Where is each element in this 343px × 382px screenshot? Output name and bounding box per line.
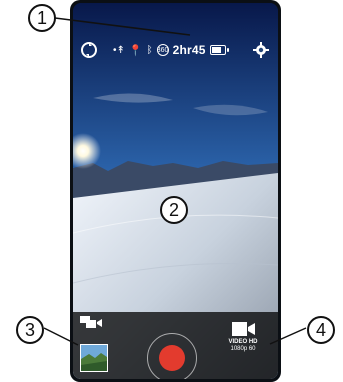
- camera-mode[interactable]: VIDEO HD 1080p 60: [213, 339, 273, 353]
- location-icon: 📍: [128, 44, 143, 57]
- callout-1: 1: [28, 4, 56, 32]
- record-dot: [159, 345, 185, 371]
- video-camera-icon[interactable]: [232, 321, 256, 337]
- battery-time: 2hr45: [172, 43, 206, 57]
- camera-viewfinder[interactable]: •↟ 📍 ᛒ 360 2hr45 VIDEO HD 1080p 60: [73, 3, 278, 379]
- bluetooth-icon: ᛒ: [146, 44, 153, 56]
- mode-title: VIDEO HD: [228, 339, 258, 345]
- battery-icon: [209, 45, 229, 55]
- dual-camera-icon[interactable]: [80, 313, 104, 331]
- callout-4: 4: [307, 316, 335, 344]
- status-bar: •↟ 📍 ᛒ 360 2hr45: [113, 41, 233, 59]
- callout-3: 3: [16, 316, 44, 344]
- 360-icon: 360: [156, 44, 169, 56]
- callout-2: 2: [160, 196, 188, 224]
- signal-icon: •↟: [113, 44, 125, 56]
- gear-icon[interactable]: [251, 40, 271, 60]
- phone-frame: •↟ 📍 ᛒ 360 2hr45 VIDEO HD 1080p 60: [70, 0, 281, 382]
- mode-detail: 1080p 60: [230, 346, 256, 352]
- gallery-thumbnail[interactable]: [80, 344, 108, 372]
- record-button[interactable]: [147, 333, 197, 379]
- sync-icon[interactable]: [79, 40, 99, 60]
